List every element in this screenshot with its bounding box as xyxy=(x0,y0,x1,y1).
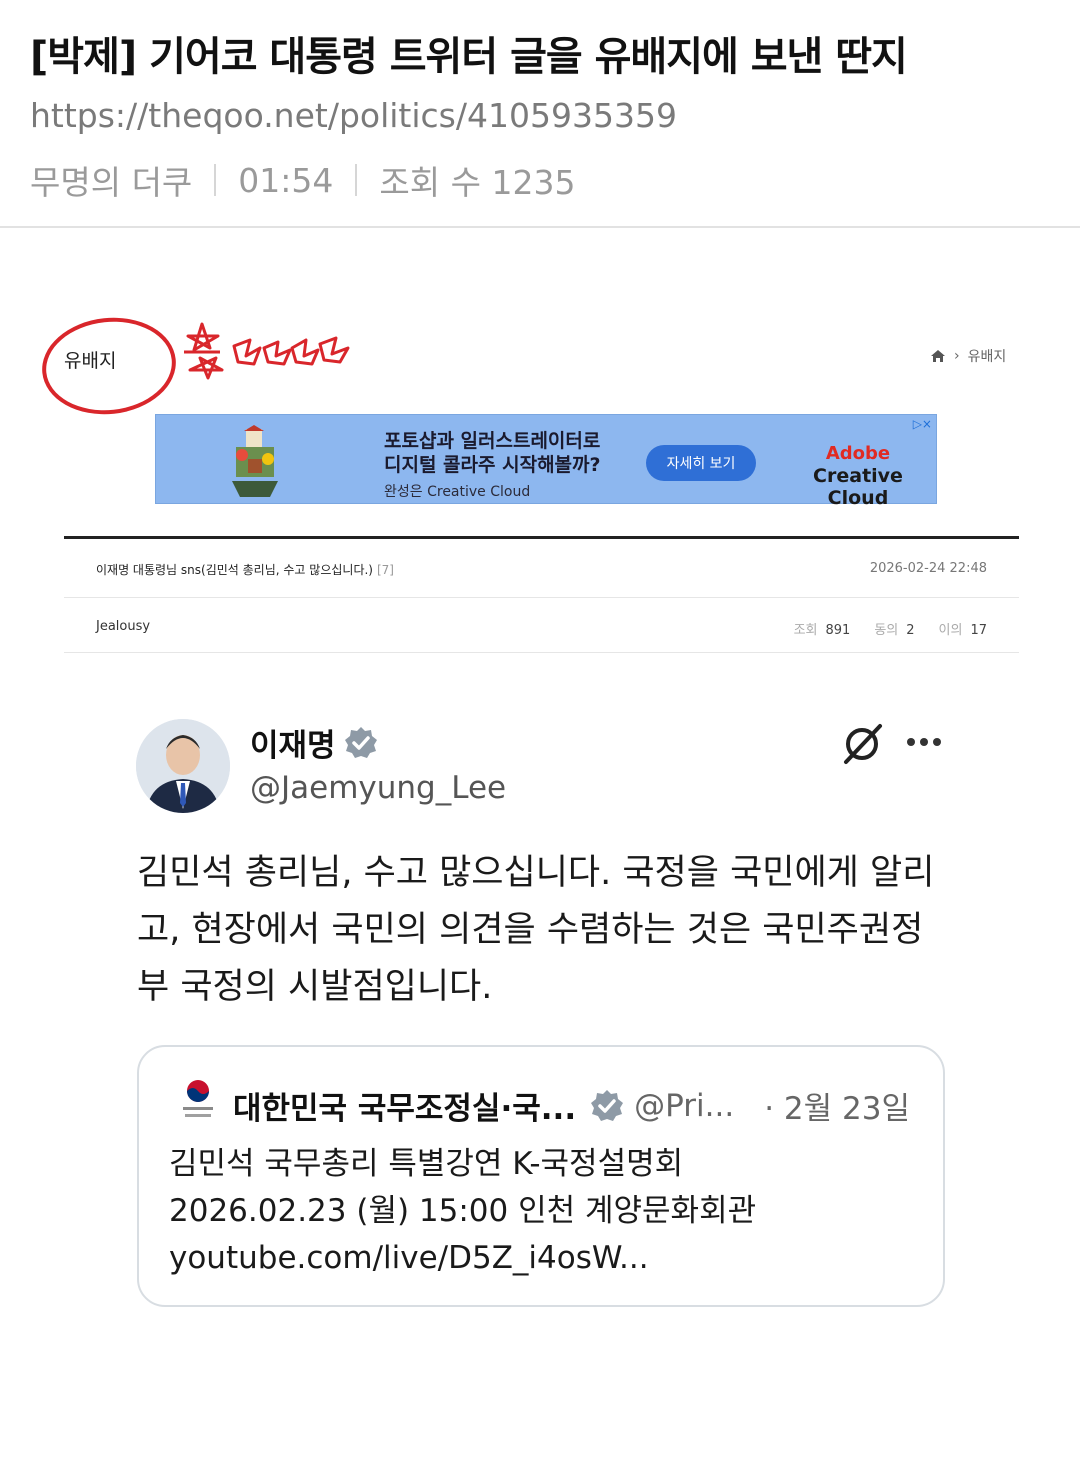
collage-illustration xyxy=(232,425,278,497)
post-header: [박제] 기어코 대통령 트위터 글을 유배지에 보낸 딴지 https://t… xyxy=(0,0,1080,228)
board-post-title[interactable]: 이재명 대통령님 sns(김민석 총리님, 수고 많으십니다.) [7] xyxy=(96,561,394,578)
board-post-title-text: 이재명 대통령님 sns(김민석 총리님, 수고 많으십니다.) xyxy=(96,563,373,577)
grok-icon[interactable] xyxy=(840,722,884,766)
quoted-date: · 2월 23일 xyxy=(764,1091,910,1127)
views-value: 891 xyxy=(825,623,851,638)
more-options-icon[interactable] xyxy=(906,735,942,749)
ad-choices-icon[interactable]: ▷× xyxy=(913,417,932,431)
post-meta: 무명의 더쿠 01:54 조회 수 1235 xyxy=(30,156,575,204)
government-logo-icon xyxy=(183,1080,213,1117)
breadcrumb: › 유배지 xyxy=(930,346,1006,366)
ad-banner[interactable]: 포토샵과 일러스트레이터로 디지털 콜라주 시작해볼까? 완성은 Creativ… xyxy=(155,414,937,509)
quoted-line: 2026.02.23 (월) 15:00 인천 계양문화회관 xyxy=(169,1193,757,1229)
quoted-link[interactable]: youtube.com/live/D5Z_i4osW... xyxy=(169,1235,756,1282)
agree-label: 동의 xyxy=(874,623,899,638)
tweet-author[interactable]: 이재명 xyxy=(250,720,378,765)
tweet-text: 김민석 총리님, 수고 많으십니다. 국정을 국민에게 알리고, 현장에서 국민… xyxy=(137,853,935,1007)
star-scribble-annotation xyxy=(184,322,350,380)
ad-headline: 포토샵과 일러스트레이터로 디지털 콜라주 시작해볼까? xyxy=(384,429,601,477)
verified-badge-icon xyxy=(591,1089,624,1121)
tweet-handle[interactable]: @Jaemyung_Lee xyxy=(250,770,506,806)
board-post-author[interactable]: Jealousy xyxy=(96,619,150,634)
comment-count: [7] xyxy=(376,563,394,577)
views-stat: 조회 891 xyxy=(794,619,851,638)
breadcrumb-board[interactable]: 유배지 xyxy=(968,346,1007,366)
ad-details-button[interactable]: 자세히 보기 xyxy=(646,445,756,481)
board-post-header: 이재명 대통령님 sns(김민석 총리님, 수고 많으십니다.) [7] 2026… xyxy=(64,536,1019,598)
quoted-tweet-text: 김민석 국무총리 특별강연 K-국정설명회 2026.02.23 (월) 15:… xyxy=(169,1141,756,1282)
divider xyxy=(355,164,358,196)
quoted-handle: @Pri... xyxy=(634,1087,735,1124)
agree-stat: 동의 2 xyxy=(874,619,914,638)
post-title: [박제] 기어코 대통령 트위터 글을 유배지에 보낸 딴지 xyxy=(30,34,908,80)
source-link[interactable]: https://theqoo.net/politics/4105935359 xyxy=(30,96,677,135)
quoted-author-name: 대한민국 국무조정실·국... xyxy=(233,1091,577,1127)
disagree-value: 17 xyxy=(970,623,987,638)
post-time: 01:54 xyxy=(238,160,334,200)
verified-badge-icon xyxy=(344,726,377,758)
disagree-label: 이의 xyxy=(938,623,963,638)
disagree-stat: 이의 17 xyxy=(939,619,987,638)
board-post-date: 2026-02-24 22:48 xyxy=(869,561,987,576)
profile-photo xyxy=(136,719,230,813)
brand-name: Adobe xyxy=(825,443,891,464)
ad-subtext: 완성은 Creative Cloud xyxy=(384,484,531,500)
board-post-info: Jealousy 조회 891 동의 2 이의 17 xyxy=(64,599,1019,653)
board-post-stats: 조회 891 동의 2 이의 17 xyxy=(794,619,987,638)
author-name: 무명의 더쿠 xyxy=(30,163,193,202)
tweet-author-name: 이재명 xyxy=(250,728,336,764)
quoted-tweet[interactable]: 대한민국 국무조정실·국... @Pri... · 2월 23일 김민석 국무총… xyxy=(137,1045,945,1307)
divider xyxy=(214,164,217,196)
ad-headline-line1: 포토샵과 일러스트레이터로 xyxy=(384,430,601,452)
brand-product: Creative Cloud xyxy=(813,465,903,509)
avatar[interactable] xyxy=(136,719,230,813)
view-count: 조회 수 1235 xyxy=(379,163,576,202)
board-name: 유배지 xyxy=(64,350,117,372)
adobe-logo: Adobe Creative Cloud xyxy=(780,443,936,509)
ad-headline-line2: 디지털 콜라주 시작해볼까? xyxy=(384,454,601,476)
quoted-line: 김민석 국무총리 특별강연 K-국정설명회 xyxy=(169,1146,684,1182)
quoted-tweet-header: 대한민국 국무조정실·국... @Pri... · 2월 23일 xyxy=(233,1083,910,1128)
views-label: 조회 xyxy=(793,623,818,638)
agree-value: 2 xyxy=(906,623,915,638)
chevron-right-icon: › xyxy=(954,348,960,364)
home-icon[interactable] xyxy=(930,349,946,363)
